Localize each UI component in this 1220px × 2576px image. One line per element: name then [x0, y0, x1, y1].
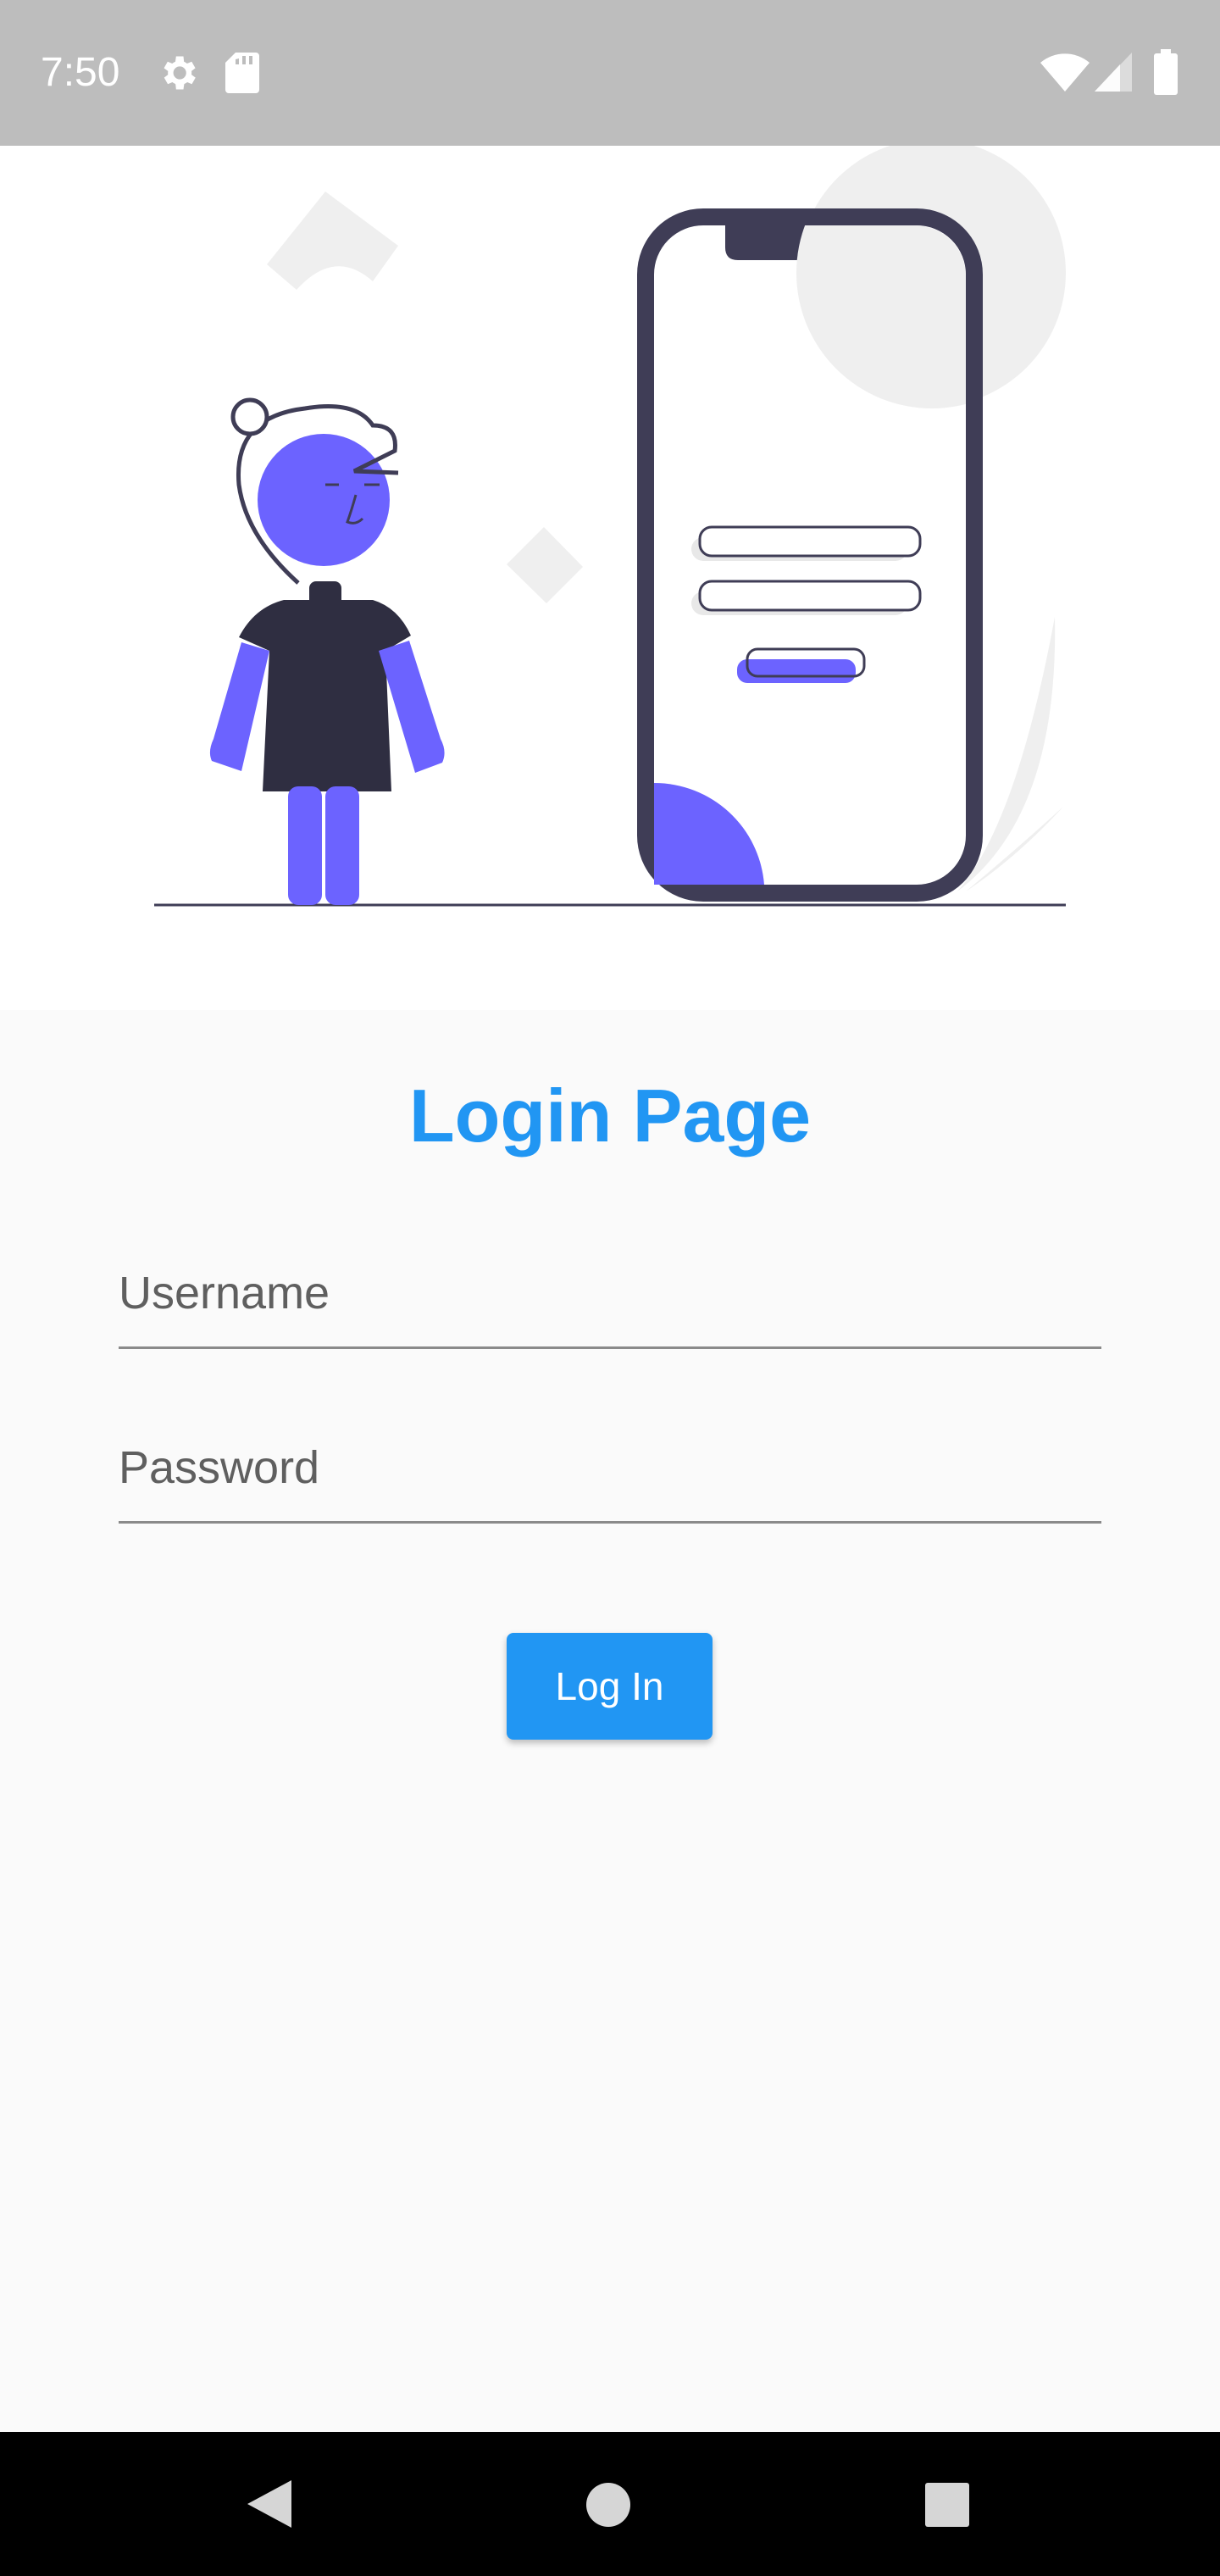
recents-icon[interactable] [923, 2481, 971, 2529]
page-title: Login Page [408, 1074, 812, 1158]
signal-icon [1095, 53, 1132, 92]
person-with-phone-illustration [154, 146, 1066, 907]
decor-diamond [507, 527, 583, 603]
wifi-icon [1040, 53, 1090, 92]
password-field[interactable] [119, 1413, 1101, 1541]
battery-icon [1154, 49, 1178, 95]
decor-shape [267, 192, 398, 290]
person-body [239, 600, 411, 791]
person-head [258, 434, 390, 566]
status-bar: 7:50 [0, 0, 1220, 146]
login-button[interactable]: Log In [507, 1633, 713, 1740]
password-input[interactable] [119, 1413, 1101, 1524]
back-icon[interactable] [242, 2479, 293, 2529]
username-field[interactable] [119, 1239, 1101, 1366]
sd-card-icon [225, 53, 259, 93]
username-input[interactable] [119, 1239, 1101, 1349]
home-icon[interactable] [585, 2481, 632, 2529]
hero-illustration [0, 146, 1220, 1010]
status-time: 7:50 [41, 50, 120, 95]
navigation-bar [0, 2432, 1220, 2576]
gear-icon [164, 56, 196, 90]
